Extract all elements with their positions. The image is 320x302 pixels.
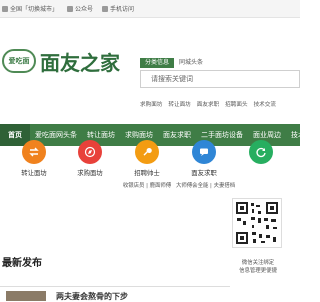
list-item-title: 两夫妻会熬骨的下步 (56, 292, 128, 301)
site-logo[interactable]: 爱吃面 面友之家 (2, 44, 132, 78)
category-buy-shop[interactable]: 求购面坊 (62, 140, 118, 177)
category-label: 招聘帅士 (134, 169, 160, 177)
category-transfer-shop[interactable]: 转让面坊 (6, 140, 62, 177)
search-input[interactable]: 请搜索关键词 (140, 70, 300, 88)
category-sub-links[interactable]: 大师傅会全能 | 夫妻搭档 (176, 181, 235, 189)
city-switch[interactable]: 全国「切换城市」 (2, 4, 58, 13)
category-recruit[interactable]: 招聘帅士 收银店员 | 鹿面师傅 (119, 140, 175, 189)
search-tabs: 分类信息 同城头条 (140, 58, 208, 68)
qr-caption-line2: 信息管理更便捷 (239, 268, 277, 274)
category-job-seeking[interactable]: 面友求职 大师傅会全能 | 夫妻搭档 (176, 140, 235, 189)
top-bar: 全国「切换城市」 公众号 手机访问 (0, 0, 300, 18)
hotword-link[interactable]: 求购面坊 (140, 100, 162, 108)
wechat-qr-code (232, 198, 282, 248)
logo-badge: 爱吃面 (2, 49, 36, 73)
hot-keywords: 求购面坊 转让面坊 面友求职 招聘面头 技术交流 (140, 100, 282, 108)
category-label: 求购面坊 (77, 169, 103, 177)
phone-icon (102, 5, 109, 12)
list-item[interactable]: 两夫妻会熬骨的下步 (0, 286, 230, 301)
official-account-link[interactable]: 公众号 (67, 4, 93, 13)
category-label: 面友求职 (191, 169, 217, 177)
mobile-access-label: 手机访问 (110, 6, 135, 13)
site-name: 面友之家 (40, 50, 120, 75)
wechat-icon (67, 5, 74, 12)
compass-icon (78, 140, 102, 164)
hotword-link[interactable]: 招聘面头 (225, 100, 247, 108)
search-placeholder: 请搜索关键词 (151, 75, 193, 83)
mobile-access-link[interactable]: 手机访问 (102, 4, 134, 13)
category-label: 转让面坊 (21, 169, 47, 177)
qr-caption-line1: 微信关注绑定 (241, 260, 275, 266)
chat-icon (192, 140, 216, 164)
tab-classified-info[interactable]: 分类信息 (140, 58, 175, 68)
hotword-link[interactable]: 转让面坊 (168, 100, 190, 108)
arrows-icon (22, 140, 46, 164)
logo-badge-text: 爱吃面 (8, 57, 30, 65)
hotword-link[interactable]: 面友求职 (197, 100, 219, 108)
official-account-label: 公众号 (75, 6, 94, 13)
category-refresh[interactable] (233, 140, 289, 164)
latest-section-title: 最新发布 (2, 258, 42, 269)
tab-city-headlines[interactable]: 同城头条 (174, 58, 208, 68)
location-icon (2, 5, 8, 12)
wrench-icon (135, 140, 159, 164)
hotword-link[interactable]: 技术交流 (254, 100, 276, 108)
nav-tech-exchange[interactable]: 技术交流 (286, 124, 320, 146)
category-sub-links[interactable]: 收银店员 | 鹿面师傅 (119, 181, 175, 189)
refresh-icon (249, 140, 273, 164)
city-switch-label: 全国「切换城市」 (10, 6, 59, 13)
